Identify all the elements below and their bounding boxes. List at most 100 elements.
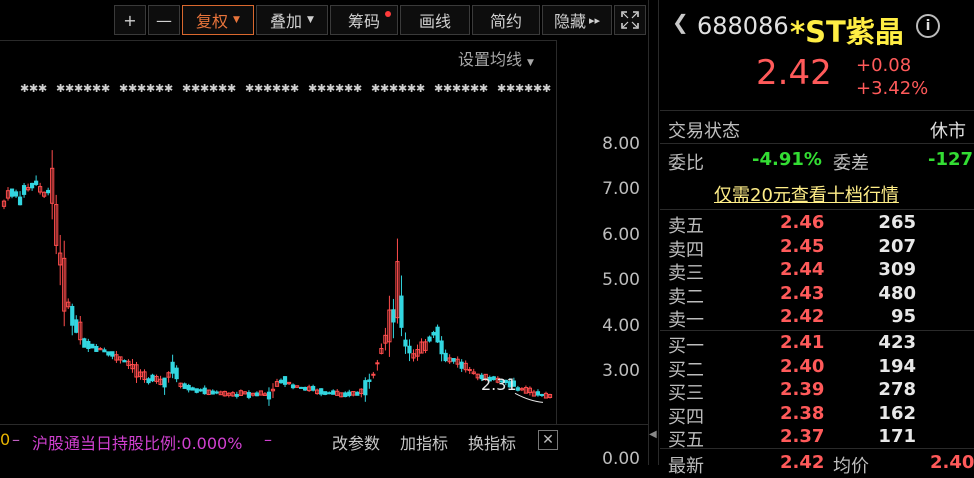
event-marker[interactable]: ✱ <box>533 82 542 95</box>
event-marker[interactable]: ✱ <box>227 82 236 95</box>
candle-body[interactable] <box>70 305 75 326</box>
bid-row[interactable]: 买四 2.38 162 <box>668 403 974 428</box>
event-marker[interactable]: ✱ <box>380 82 389 95</box>
event-marker[interactable]: ✱ <box>353 82 362 95</box>
candle-body[interactable] <box>367 379 372 382</box>
collapse-panel-arrow[interactable]: ◀ <box>649 425 658 445</box>
event-marker[interactable]: ✱ <box>317 82 326 95</box>
change-params-button[interactable]: 改参数 <box>332 430 380 454</box>
event-marker[interactable]: ✱ <box>83 82 92 95</box>
zoom-in-button[interactable]: + <box>114 5 146 35</box>
candle-body[interactable] <box>198 389 203 392</box>
event-marker[interactable]: ✱ <box>479 82 488 95</box>
candle-body[interactable] <box>146 378 151 384</box>
candle-body[interactable] <box>303 386 308 391</box>
event-marker[interactable]: ✱ <box>506 82 515 95</box>
candle-body[interactable] <box>234 393 239 397</box>
candle-body[interactable] <box>94 345 99 352</box>
candle-body[interactable] <box>311 385 316 391</box>
candle-body[interactable] <box>13 191 19 197</box>
fullscreen-button[interactable] <box>614 5 646 35</box>
candle-body[interactable] <box>375 362 380 365</box>
candle-body[interactable] <box>515 387 520 391</box>
ask-row[interactable]: 卖一 2.42 95 <box>668 306 974 331</box>
bid-row[interactable]: 买二 2.40 194 <box>668 356 974 381</box>
event-marker[interactable]: ✱ <box>119 82 128 95</box>
candle-body[interactable] <box>407 345 412 354</box>
event-marker[interactable]: ✱ <box>308 82 317 95</box>
event-marker[interactable]: ✱ <box>101 82 110 95</box>
candle-body[interactable] <box>282 376 288 385</box>
event-marker[interactable]: ✱ <box>497 82 506 95</box>
event-marker[interactable]: ✱ <box>326 82 335 95</box>
candle-body[interactable] <box>34 180 39 185</box>
ask-row[interactable]: 卖五 2.46 265 <box>668 212 974 237</box>
candle-body[interactable] <box>254 392 260 397</box>
event-marker[interactable]: ✱ <box>128 82 137 95</box>
event-marker[interactable]: ✱ <box>38 82 47 95</box>
candle-body[interactable] <box>74 319 79 333</box>
candle-body[interactable] <box>327 392 332 395</box>
candle-body[interactable] <box>110 351 115 357</box>
candle-body[interactable] <box>539 393 545 396</box>
candle-body[interactable] <box>170 361 175 374</box>
candle-body[interactable] <box>266 391 272 400</box>
candle-body[interactable] <box>467 369 472 372</box>
candle-body[interactable] <box>182 383 187 389</box>
candle-body[interactable] <box>202 387 207 395</box>
bid-row[interactable]: 买五 2.37 171 <box>668 426 974 451</box>
event-marker[interactable]: ✱ <box>461 82 470 95</box>
event-marker[interactable]: ✱ <box>155 82 164 95</box>
close-indicator-button[interactable]: ✕ <box>538 430 558 450</box>
event-marker[interactable]: ✱ <box>191 82 200 95</box>
overlay-dropdown[interactable]: 叠加 ▼ <box>256 5 328 35</box>
candle-body[interactable] <box>343 392 348 398</box>
event-marker[interactable]: ✱ <box>218 82 227 95</box>
add-indicator-button[interactable]: 加指标 <box>400 430 448 454</box>
candle-body[interactable] <box>278 379 284 384</box>
candle-body[interactable] <box>435 326 440 343</box>
candle-body[interactable] <box>443 352 448 362</box>
candle-body[interactable] <box>122 360 127 363</box>
event-marker[interactable]: ✱ <box>20 82 29 95</box>
ask-row[interactable]: 卖二 2.43 480 <box>668 283 974 308</box>
ask-row[interactable]: 卖三 2.44 309 <box>668 259 974 284</box>
event-marker[interactable]: ✱ <box>407 82 416 95</box>
candle-body[interactable] <box>86 340 91 350</box>
event-marker[interactable]: ✱ <box>335 82 344 95</box>
candle-body[interactable] <box>371 373 376 376</box>
candle-body[interactable] <box>459 361 464 369</box>
candlestick-chart[interactable]: ✱ ✱ ✱ ✱ ✱ ✱ ✱ ✱ ✱ ✱ ✱ ✱ ✱ ✱ ✱ ✱ ✱ ✱ ✱ ✱ ✱ ✱ ✱ ✱ ✱ ✱ ✱ ✱ ✱ ✱ ✱ ✱ ✱ ✱ ✱ ✱ ✱ ✱ ✱ ✱… <box>0 70 556 420</box>
event-marker[interactable]: ✱ <box>164 82 173 95</box>
candle-body[interactable] <box>451 358 456 362</box>
event-marker[interactable]: ✱ <box>65 82 74 95</box>
level10-promo-link[interactable]: 仅需20元查看十档行情 <box>714 181 899 207</box>
event-marker[interactable]: ✱ <box>290 82 299 95</box>
candle-body[interactable] <box>21 185 27 195</box>
candle-body[interactable] <box>535 391 541 396</box>
zoom-out-button[interactable]: — <box>148 5 180 35</box>
candle-body[interactable] <box>431 332 436 336</box>
event-marker[interactable]: ✱ <box>443 82 452 95</box>
candle-body[interactable] <box>214 391 219 394</box>
candle-body[interactable] <box>347 391 352 397</box>
candle-body[interactable] <box>355 391 360 396</box>
switch-indicator-button[interactable]: 换指标 <box>468 430 516 454</box>
candle-body[interactable] <box>102 349 107 353</box>
event-marker[interactable]: ✱ <box>245 82 254 95</box>
chips-button[interactable]: 筹码 <box>330 5 398 35</box>
candle-body[interactable] <box>30 182 35 189</box>
candle-body[interactable] <box>186 384 191 391</box>
candle-body[interactable] <box>106 351 111 356</box>
candle-body[interactable] <box>194 388 199 393</box>
event-marker[interactable]: ✱ <box>56 82 65 95</box>
event-marker[interactable]: ✱ <box>74 82 83 95</box>
event-marker[interactable]: ✱ <box>416 82 425 95</box>
candle-body[interactable] <box>363 380 368 396</box>
event-marker[interactable]: ✱ <box>182 82 191 95</box>
candle-body[interactable] <box>439 340 444 355</box>
candle-body[interactable] <box>399 295 404 328</box>
candle-body[interactable] <box>150 374 155 382</box>
candle-body[interactable] <box>290 384 296 389</box>
event-marker[interactable]: ✱ <box>389 82 398 95</box>
